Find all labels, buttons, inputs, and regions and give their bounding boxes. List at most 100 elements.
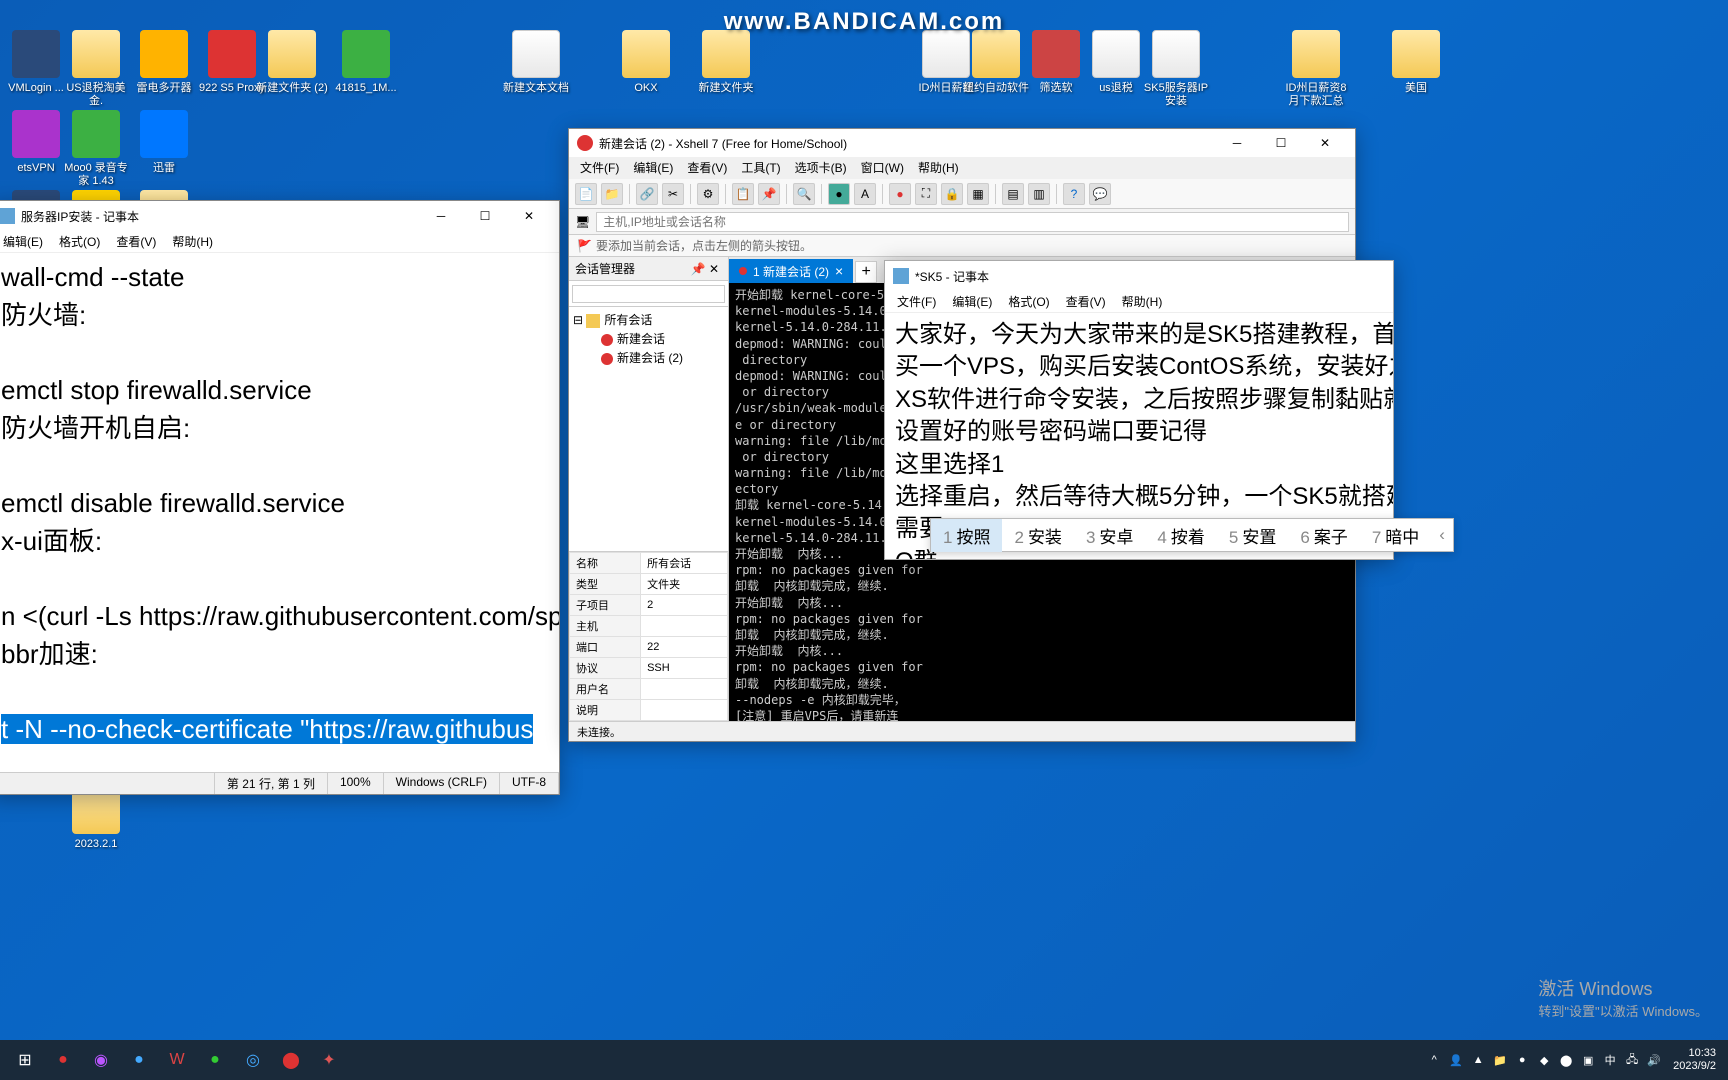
titlebar[interactable]: *SK5 - 记事本: [885, 261, 1393, 291]
open-button[interactable]: 📁: [601, 183, 623, 205]
disconnect-button[interactable]: ✂: [662, 183, 684, 205]
close-panel-button[interactable]: ✕: [706, 262, 722, 276]
system-tray[interactable]: ^ 👤 ▲ 📁 ● ◆ ⬤ ▣ 中 🖧 🔊 10:33 2023/9/2: [1425, 1047, 1722, 1073]
session-tree[interactable]: ⊟ 所有会话 新建会话新建会话 (2): [569, 307, 728, 551]
ime-candidate[interactable]: 5安置: [1217, 519, 1288, 552]
ime-candidate[interactable]: 1按照: [931, 519, 1002, 552]
tray-icon[interactable]: ▲: [1469, 1054, 1487, 1066]
menu-item[interactable]: 窗口(W): [854, 157, 911, 179]
menu-item[interactable]: 格式(O): [51, 231, 108, 252]
menu-item[interactable]: 查看(V): [108, 231, 164, 252]
desktop-icon[interactable]: 新建文件夹 (2): [256, 30, 328, 95]
maximize-button[interactable]: ☐: [463, 202, 507, 230]
taskbar-app[interactable]: ◉: [82, 1042, 120, 1078]
desktop-icon[interactable]: US退税淘美金.: [60, 30, 132, 108]
menu-item[interactable]: 帮助(H): [1114, 291, 1171, 312]
taskbar-app[interactable]: ●: [44, 1042, 82, 1078]
titlebar[interactable]: 服务器IP安装 - 记事本 ─ ☐ ✕: [0, 201, 559, 231]
session-button[interactable]: ●: [889, 183, 911, 205]
menu-item[interactable]: 编辑(E): [626, 157, 680, 179]
desktop-icon[interactable]: ID州日薪资8月下款汇总: [1280, 30, 1352, 108]
menu-item[interactable]: 格式(O): [1000, 291, 1057, 312]
desktop-icon[interactable]: 迅雷: [128, 110, 200, 175]
properties-button[interactable]: ⚙: [697, 183, 719, 205]
ime-candidate[interactable]: 2安装: [1002, 519, 1073, 552]
copy-button[interactable]: 📋: [732, 183, 754, 205]
tray-icon[interactable]: ▣: [1579, 1054, 1597, 1067]
lock-button[interactable]: 🔒: [941, 183, 963, 205]
pin-button[interactable]: 📌: [690, 262, 706, 276]
minimize-button[interactable]: ─: [419, 202, 463, 230]
desktop-icon[interactable]: 新建文本文档: [500, 30, 572, 95]
paste-button[interactable]: 📌: [758, 183, 780, 205]
desktop-icon[interactable]: 雷电多开器: [128, 30, 200, 95]
new-tab-button[interactable]: +: [855, 261, 877, 283]
menu-item[interactable]: 帮助(H): [164, 231, 221, 252]
desktop-icon[interactable]: 新建文件夹: [690, 30, 762, 95]
tree-node[interactable]: 新建会话 (2): [573, 349, 724, 368]
close-tab-button[interactable]: ×: [835, 263, 843, 279]
menu-item[interactable]: 编辑(E): [944, 291, 1000, 312]
ime-candidate[interactable]: 4按着: [1145, 519, 1216, 552]
menu-item[interactable]: 编辑(E): [0, 231, 51, 252]
session-search-input[interactable]: [572, 285, 725, 303]
close-button[interactable]: ✕: [507, 202, 551, 230]
help-button[interactable]: ?: [1063, 183, 1085, 205]
menu-item[interactable]: 文件(F): [573, 157, 626, 179]
desktop-icon[interactable]: 2023.2.1: [60, 786, 132, 851]
tray-icon[interactable]: ●: [1513, 1054, 1531, 1066]
desktop-icon[interactable]: SK5服务器IP安装: [1140, 30, 1212, 108]
font-button[interactable]: A: [854, 183, 876, 205]
session-tab[interactable]: 1 新建会话 (2) ×: [729, 259, 853, 283]
desktop-icon[interactable]: Moo0 录音专家 1.43: [60, 110, 132, 188]
menu-item[interactable]: 查看(V): [1058, 291, 1114, 312]
tray-ime-icon[interactable]: 中: [1601, 1052, 1619, 1068]
titlebar[interactable]: 新建会话 (2) - Xshell 7 (Free for Home/Schoo…: [569, 129, 1355, 157]
taskbar-app[interactable]: ●: [196, 1042, 234, 1078]
menu-item[interactable]: 帮助(H): [911, 157, 966, 179]
ime-candidate-bar[interactable]: 1按照2安装3安卓4按着5安置6案子7暗中‹: [930, 518, 1454, 552]
clock[interactable]: 10:33 2023/9/2: [1667, 1047, 1722, 1073]
ime-prev-icon[interactable]: ‹: [1431, 525, 1453, 545]
menu-item[interactable]: 工具(T): [734, 157, 787, 179]
cascade-button[interactable]: ▥: [1028, 183, 1050, 205]
host-input[interactable]: [596, 212, 1349, 232]
tray-network-icon[interactable]: 🖧: [1623, 1051, 1641, 1070]
maximize-button[interactable]: ☐: [1259, 130, 1303, 156]
taskbar-app[interactable]: ✦: [310, 1042, 348, 1078]
tray-volume-icon[interactable]: 🔊: [1645, 1054, 1663, 1067]
menu-item[interactable]: 选项卡(B): [788, 157, 854, 179]
menu-item[interactable]: 文件(F): [889, 291, 944, 312]
menu-item[interactable]: 查看(V): [680, 157, 734, 179]
tree-root[interactable]: ⊟ 所有会话: [573, 311, 724, 330]
taskbar-app[interactable]: ●: [120, 1042, 158, 1078]
text-area[interactable]: wall-cmd --state 防火墙: emctl stop firewal…: [0, 253, 559, 772]
tray-icon[interactable]: ⬤: [1557, 1054, 1575, 1067]
taskbar-app[interactable]: ◎: [234, 1042, 272, 1078]
layout-button[interactable]: ▦: [967, 183, 989, 205]
desktop-icon[interactable]: 美国: [1380, 30, 1452, 95]
start-button[interactable]: ⊞: [6, 1042, 44, 1078]
ime-candidate[interactable]: 6案子: [1288, 519, 1359, 552]
taskbar-app[interactable]: ⬤: [272, 1042, 310, 1078]
reconnect-button[interactable]: 🔗: [636, 183, 658, 205]
close-button[interactable]: ✕: [1303, 130, 1347, 156]
ime-candidate[interactable]: 7暗中: [1360, 519, 1431, 552]
desktop-icon[interactable]: OKX: [610, 30, 682, 95]
taskbar[interactable]: ⊞ ● ◉ ● W ● ◎ ⬤ ✦ ^ 👤 ▲ 📁 ● ◆ ⬤ ▣ 中 🖧 🔊 …: [0, 1040, 1728, 1080]
tray-chevron-icon[interactable]: ^: [1425, 1054, 1443, 1066]
new-button[interactable]: 📄: [575, 183, 597, 205]
find-button[interactable]: 🔍: [793, 183, 815, 205]
color-button[interactable]: ●: [828, 183, 850, 205]
tray-icon[interactable]: 📁: [1491, 1054, 1509, 1067]
about-button[interactable]: 💬: [1089, 183, 1111, 205]
ime-candidate[interactable]: 3安卓: [1074, 519, 1145, 552]
desktop-icon[interactable]: 41815_1M...: [330, 30, 402, 95]
tray-icon[interactable]: 👤: [1447, 1054, 1465, 1067]
taskbar-app[interactable]: W: [158, 1042, 196, 1078]
tile-button[interactable]: ▤: [1002, 183, 1024, 205]
fullscreen-button[interactable]: ⛶: [915, 183, 937, 205]
tray-icon[interactable]: ◆: [1535, 1054, 1553, 1067]
minimize-button[interactable]: ─: [1215, 130, 1259, 156]
tree-node[interactable]: 新建会话: [573, 330, 724, 349]
